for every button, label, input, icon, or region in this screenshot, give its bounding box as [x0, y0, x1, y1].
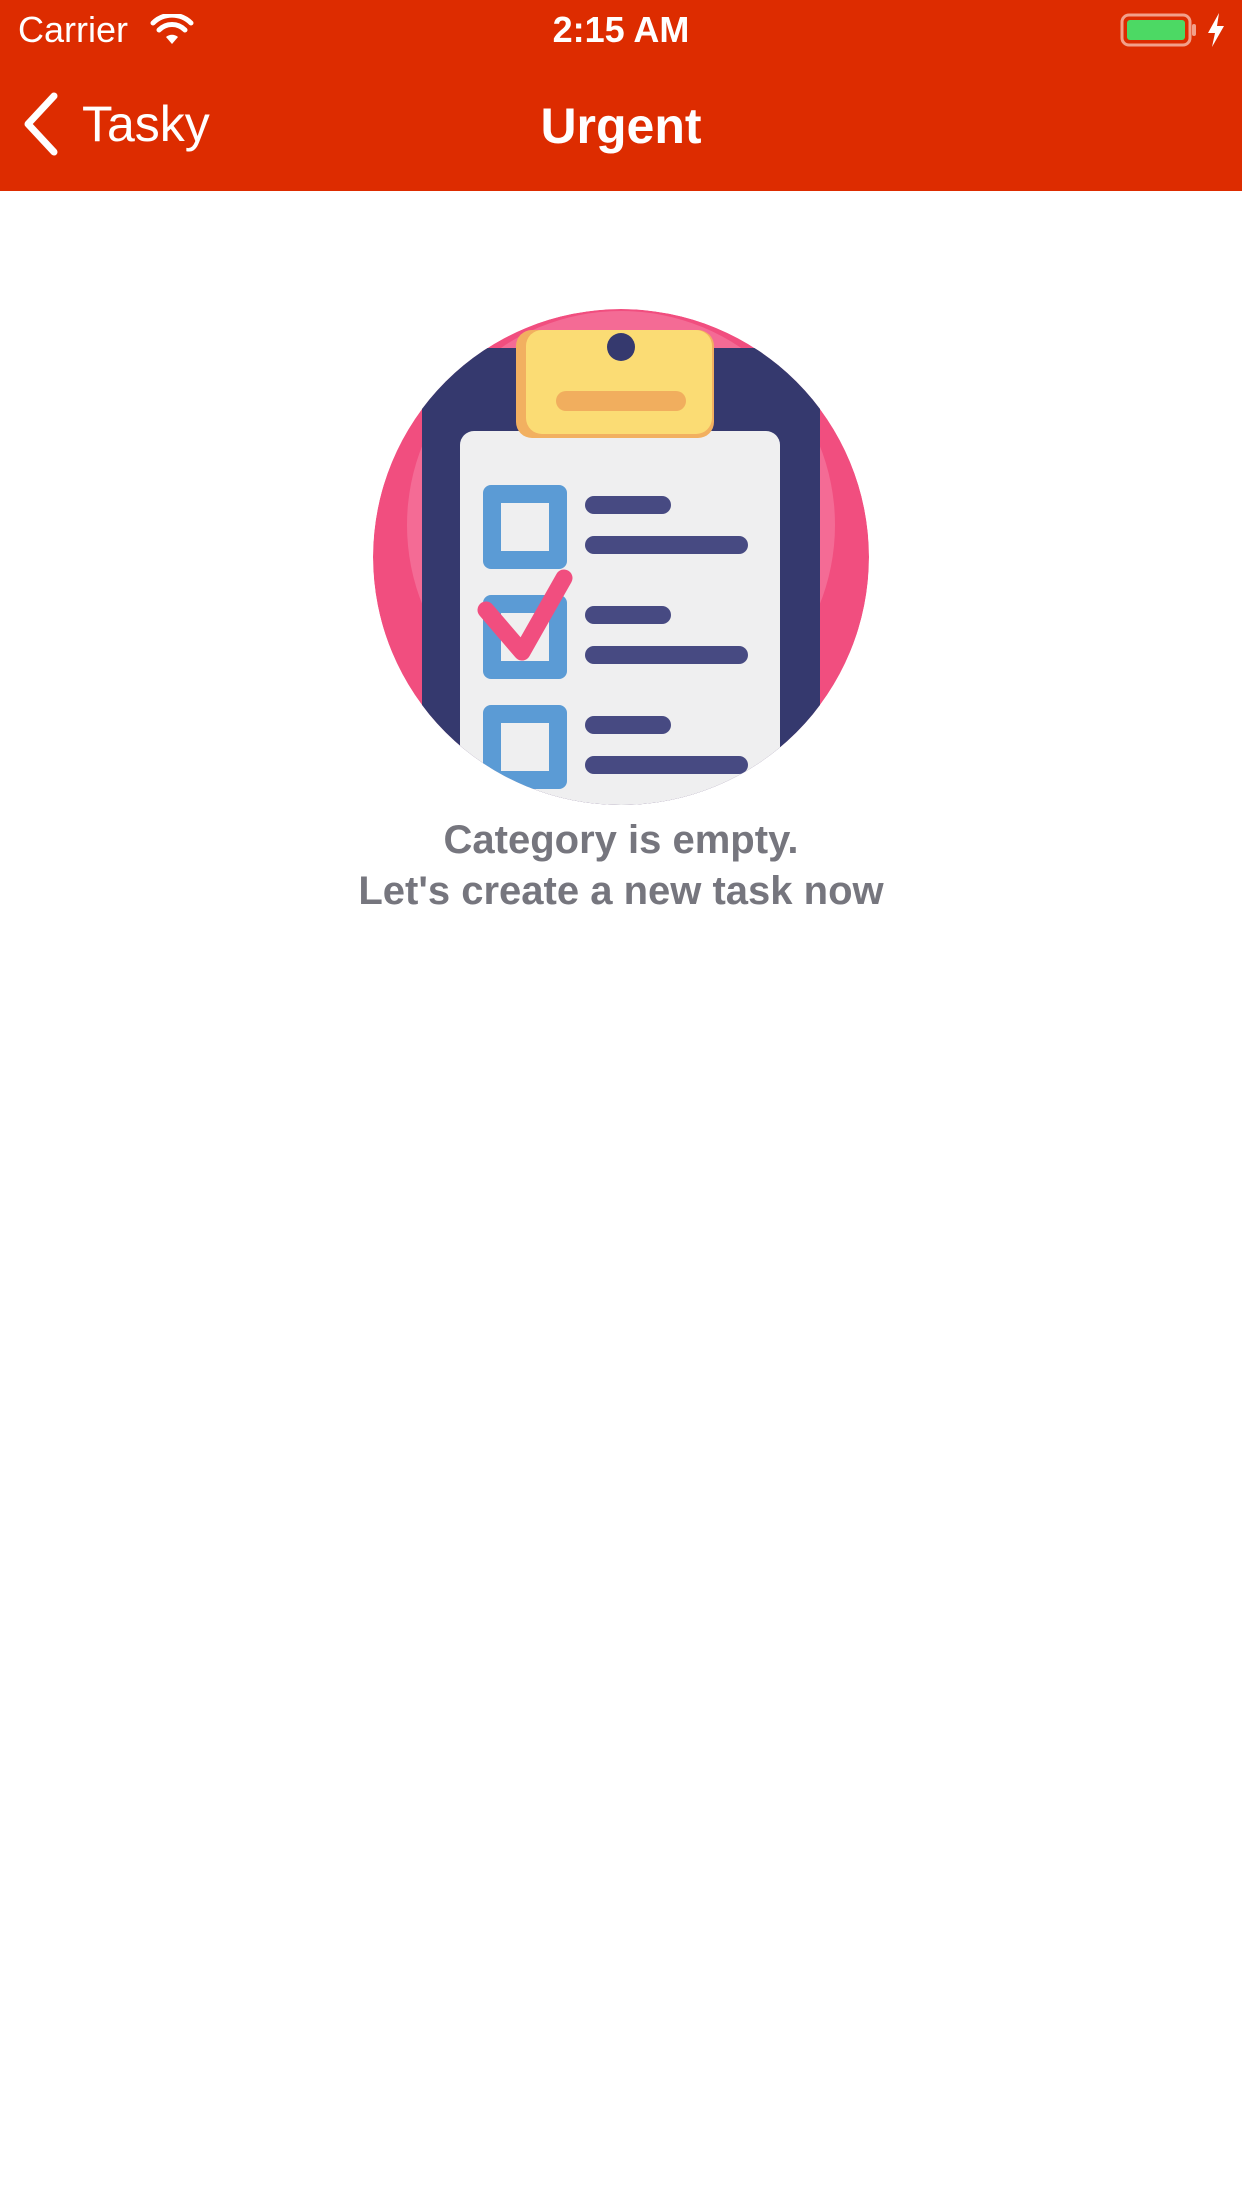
- page-title: Urgent: [540, 98, 702, 154]
- clock: 2:15 AM: [552, 9, 690, 50]
- battery-icon: [1120, 13, 1196, 47]
- app-screen: Carrier 2:15 AM Tasky Urgent Category is…: [0, 0, 1242, 2208]
- navigation-bar: Tasky Urgent: [0, 60, 1242, 191]
- empty-state-message: Category is empty. Let's create a new ta…: [0, 815, 1242, 917]
- empty-state-line-2: Let's create a new task now: [358, 869, 884, 913]
- clipboard-checklist-icon: [373, 309, 869, 805]
- header: Carrier 2:15 AM Tasky Urgent: [0, 0, 1242, 191]
- status-bar: Carrier 2:15 AM: [0, 0, 1242, 60]
- charging-bolt-icon: [1208, 13, 1224, 47]
- empty-state-line-1: Category is empty.: [443, 818, 799, 862]
